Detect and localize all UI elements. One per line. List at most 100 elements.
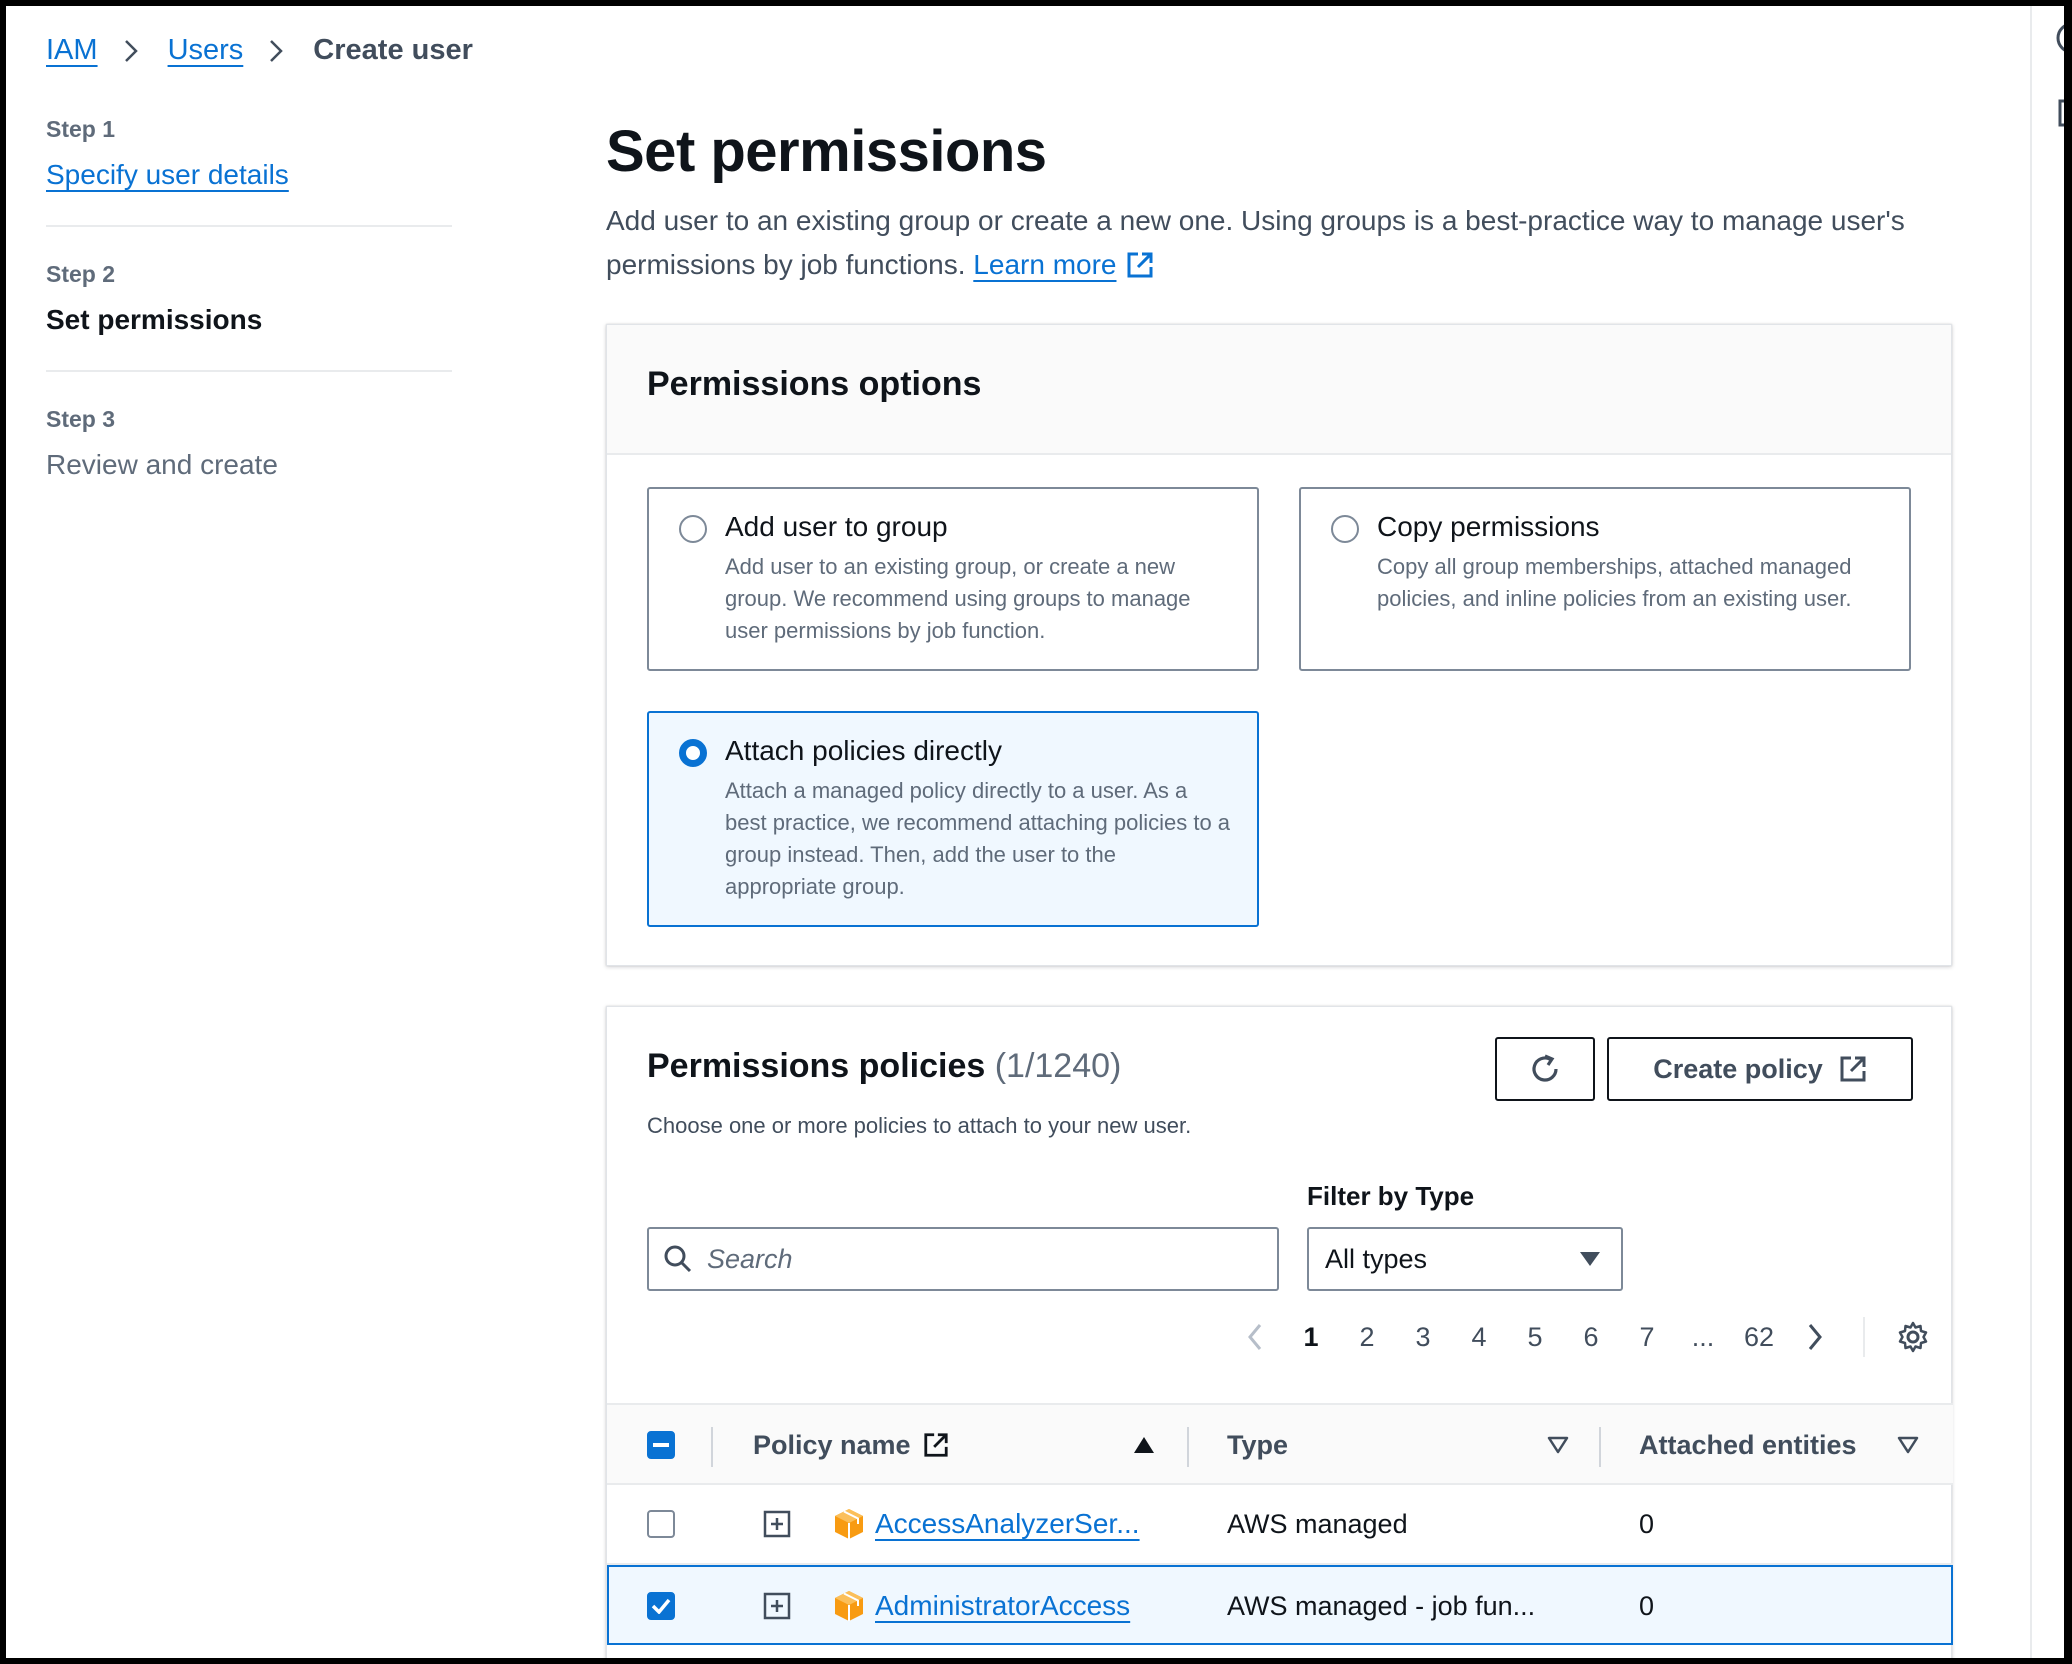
breadcrumb-link-iam[interactable]: IAM: [46, 34, 98, 67]
page-6[interactable]: 6: [1563, 1322, 1619, 1353]
policies-description: Choose one or more policies to attach to…: [647, 1113, 1192, 1138]
column-header-attached-entities[interactable]: Attached entities: [1639, 1405, 1857, 1485]
option-description: Add user to an existing group, or create…: [725, 554, 1191, 643]
page-62[interactable]: 62: [1731, 1322, 1787, 1353]
permissions-options-header: Permissions options: [607, 325, 1951, 455]
info-icon[interactable]: [2054, 20, 2064, 56]
option-description: Attach a managed policy directly to a us…: [725, 778, 1231, 899]
step-label-review-and-create: Review and create: [46, 449, 278, 480]
page-1[interactable]: 1: [1283, 1322, 1339, 1353]
policies-count: (1/1240): [994, 1047, 1122, 1085]
checkbox-unchecked: [647, 1510, 675, 1538]
policy-name-header-label: Policy name: [753, 1429, 911, 1460]
caret-down-icon: [1579, 1251, 1601, 1267]
page-description-text: Add user to an existing group or create …: [606, 205, 1905, 280]
table-row-selected[interactable]: AdministratorAccess AWS managed - job fu…: [607, 1565, 1953, 1645]
sort-icon[interactable]: [1547, 1405, 1569, 1485]
sort-icon[interactable]: [1897, 1405, 1919, 1485]
step-number: Step 1: [46, 116, 116, 142]
policy-link[interactable]: AdministratorAccess: [875, 1590, 1130, 1622]
step-2: Step 2 Set permissions: [46, 261, 452, 372]
learn-more-label: Learn more: [973, 249, 1117, 280]
type-cell: AWS managed: [1227, 1508, 1408, 1539]
next-page-button[interactable]: [1787, 1323, 1843, 1351]
policy-search-input[interactable]: [707, 1243, 1267, 1275]
filter-by-type-label: Filter by Type: [1307, 1181, 1475, 1211]
permissions-options-title: Permissions options: [647, 365, 982, 403]
policies-title: Permissions policies (1/1240): [647, 1047, 1121, 1086]
filter-type-select[interactable]: All types: [1307, 1227, 1623, 1291]
column-separator: [1187, 1427, 1189, 1467]
page-3[interactable]: 3: [1395, 1322, 1451, 1353]
sort-ascending-icon[interactable]: [1133, 1405, 1155, 1485]
option-description: Copy all group memberships, attached man…: [1377, 554, 1852, 611]
chevron-right-icon: [269, 39, 284, 63]
policy-link[interactable]: AccessAnalyzerSer...: [875, 1508, 1140, 1540]
policy-name-cell: AdministratorAccess: [833, 1567, 1130, 1645]
breadcrumb-link-users[interactable]: Users: [168, 34, 244, 67]
page-2[interactable]: 2: [1339, 1322, 1395, 1353]
page-title: Set permissions: [606, 119, 1047, 184]
radio-add-user-to-group[interactable]: [679, 515, 707, 543]
page-ellipsis: ...: [1691, 1321, 1715, 1352]
policy-search-box[interactable]: [647, 1227, 1279, 1291]
step-number: Step 2: [46, 261, 116, 287]
page-5[interactable]: 5: [1507, 1322, 1563, 1353]
step-link-specify-user-details[interactable]: Specify user details: [46, 159, 289, 190]
select-all-indeterminate-icon: [647, 1431, 675, 1459]
refresh-button[interactable]: [1495, 1037, 1595, 1101]
option-copy-permissions[interactable]: Copy permissions Copy all group membersh…: [1299, 487, 1911, 671]
attached-entities-cell: 0: [1639, 1508, 1655, 1539]
notes-icon[interactable]: [2054, 98, 2064, 128]
option-attach-policies-directly[interactable]: Attach policies directly Attach a manage…: [647, 711, 1259, 927]
radio-attach-policies-directly[interactable]: [679, 739, 707, 767]
filter-type-value: All types: [1325, 1243, 1428, 1274]
step-1: Step 1 Specify user details: [46, 116, 452, 227]
column-separator: [711, 1427, 713, 1467]
create-policy-button[interactable]: Create policy: [1607, 1037, 1913, 1101]
column-separator: [1599, 1427, 1601, 1467]
page-description: Add user to an existing group or create …: [606, 199, 1956, 287]
external-link-icon: [923, 1432, 949, 1458]
radio-copy-permissions[interactable]: [1331, 515, 1359, 543]
permissions-policies-panel: Permissions policies (1/1240) Choose one…: [606, 1006, 1953, 1658]
policy-name-cell: AccessAnalyzerSer...: [833, 1485, 1140, 1563]
table-header: Policy name Type Attached entities: [607, 1403, 1953, 1485]
option-title: Add user to group: [725, 511, 948, 542]
permissions-options-panel: Permissions options Add user to group Ad…: [606, 324, 1952, 966]
aws-managed-cube-icon: [833, 1589, 865, 1623]
step-label-set-permissions: Set permissions: [46, 304, 263, 335]
chevron-right-icon: [124, 39, 138, 63]
pager-divider: [1863, 1317, 1865, 1357]
breadcrumb-current: Create user: [313, 34, 473, 66]
table-preferences-button[interactable]: [1885, 1320, 1941, 1354]
column-header-policy-name[interactable]: Policy name: [753, 1405, 949, 1485]
external-link-icon: [1839, 1055, 1867, 1083]
row-checkbox[interactable]: [647, 1567, 675, 1645]
page-4[interactable]: 4: [1451, 1322, 1507, 1353]
option-add-user-to-group[interactable]: Add user to group Add user to an existin…: [647, 487, 1259, 671]
type-cell: AWS managed - job fun...: [1227, 1590, 1536, 1621]
breadcrumb: IAM Users Create user: [46, 34, 473, 67]
learn-more-link[interactable]: Learn more: [973, 243, 1154, 287]
column-header-type[interactable]: Type: [1227, 1405, 1288, 1485]
external-link-icon: [1126, 251, 1154, 279]
checkmark-icon: [647, 1592, 675, 1620]
policies-title-text: Permissions policies: [647, 1047, 986, 1085]
aws-managed-cube-icon: [833, 1507, 865, 1541]
page-7[interactable]: 7: [1619, 1322, 1675, 1353]
previous-page-button[interactable]: [1227, 1323, 1283, 1351]
right-rail-divider: [2030, 6, 2032, 1658]
row-checkbox[interactable]: [647, 1485, 675, 1563]
table-row[interactable]: AccessAnalyzerSer... AWS managed 0: [607, 1485, 1953, 1565]
create-policy-label: Create policy: [1653, 1053, 1823, 1084]
expand-icon[interactable]: [763, 1485, 791, 1563]
refresh-icon: [1528, 1052, 1562, 1086]
wizard-steps: Step 1 Specify user details Step 2 Set p…: [46, 116, 452, 549]
expand-icon[interactable]: [763, 1567, 791, 1645]
step-3: Step 3 Review and create: [46, 406, 452, 515]
select-all-checkbox[interactable]: [647, 1405, 675, 1485]
attached-entities-cell: 0: [1639, 1590, 1655, 1621]
search-icon: [663, 1244, 693, 1274]
option-title: Attach policies directly: [725, 735, 1003, 766]
